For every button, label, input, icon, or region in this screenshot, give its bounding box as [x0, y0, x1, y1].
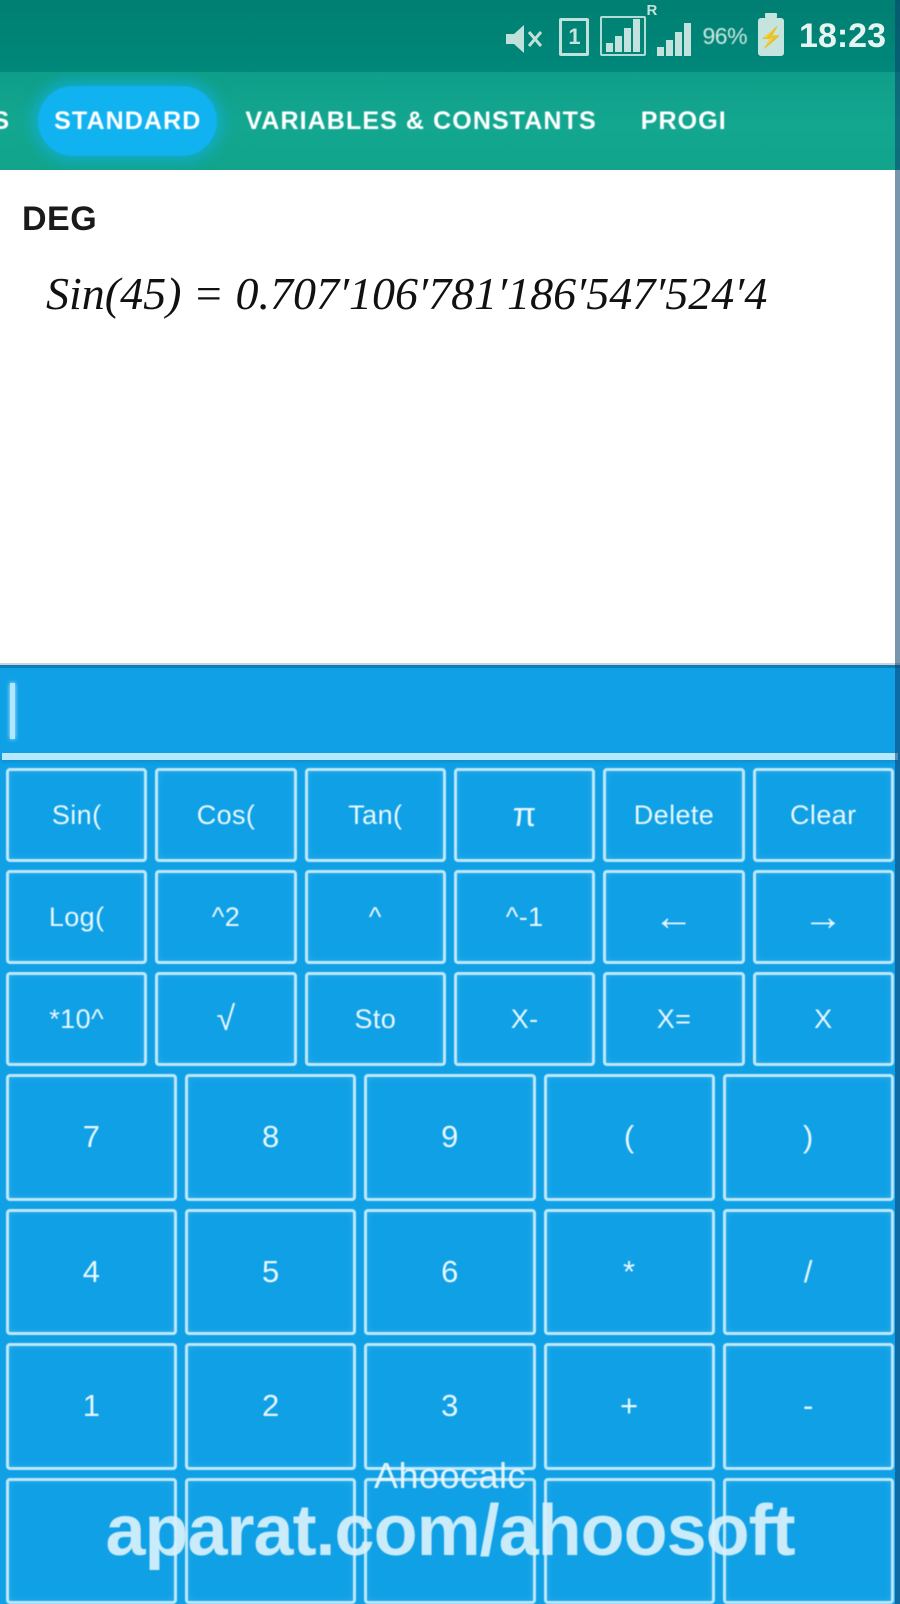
key-cursor-left-icon[interactable]: ← — [603, 870, 745, 964]
key-inverse[interactable]: ^-1 — [453, 870, 596, 964]
key-cos[interactable]: Cos( — [155, 768, 297, 862]
key-row: *10^ √ Sto X- X= X — [6, 972, 894, 1066]
tab-programmer-label: PROGI — [640, 106, 727, 135]
key-2[interactable]: 2 — [185, 1343, 357, 1470]
key-4[interactable]: 4 — [6, 1208, 178, 1335]
angle-mode-label: DEG — [22, 200, 98, 238]
roaming-signal-icon: R — [646, 2, 692, 56]
app-root: 1 R 96% ⚡ 18:23 LS STANDARD VARIABLES & … — [0, 0, 900, 1604]
calculation-display[interactable]: DEG Sin(45) = 0.707′106′781′186′547′524′… — [0, 170, 900, 665]
key-row7-col5[interactable] — [722, 1477, 895, 1604]
status-bar: 1 R 96% ⚡ 18:23 — [0, 0, 900, 72]
key-x-minus[interactable]: X- — [453, 972, 596, 1066]
key-grid: Sin( Cos( Tan( π Delete Clear Log( ^2 ^ … — [0, 760, 900, 1604]
key-8[interactable]: 8 — [185, 1074, 357, 1201]
key-paren-open[interactable]: ( — [543, 1074, 715, 1201]
key-3[interactable]: 3 — [364, 1343, 536, 1470]
key-divide[interactable]: / — [722, 1208, 895, 1335]
tab-standard[interactable]: STANDARD — [32, 72, 223, 170]
right-edge-shadow — [895, 0, 900, 1604]
keypad: Sin( Cos( Tan( π Delete Clear Log( ^2 ^ … — [0, 665, 900, 1604]
key-multiply[interactable]: * — [543, 1208, 715, 1335]
key-minus[interactable]: - — [722, 1343, 895, 1470]
key-1[interactable]: 1 — [6, 1343, 178, 1470]
key-row — [6, 1477, 895, 1604]
key-row: 1 2 3 + - — [6, 1343, 895, 1470]
battery-charging-icon: ⚡ — [758, 16, 785, 56]
battery-percent-label: 96% — [702, 22, 748, 49]
key-row7-col3[interactable] — [364, 1477, 536, 1604]
expression-input[interactable] — [0, 665, 900, 753]
key-store[interactable]: Sto — [304, 972, 446, 1066]
signal-bars-icon — [600, 16, 647, 56]
status-bar-clock: 18:23 — [799, 16, 886, 55]
key-row: 7 8 9 ( ) — [6, 1074, 895, 1201]
key-row7-col2[interactable] — [185, 1477, 357, 1604]
key-5[interactable]: 5 — [185, 1208, 357, 1335]
key-power[interactable]: ^ — [304, 870, 446, 964]
key-pi[interactable]: π — [453, 768, 596, 862]
key-clear[interactable]: Clear — [752, 768, 894, 862]
key-row7-col4[interactable] — [543, 1477, 715, 1604]
key-square[interactable]: ^2 — [155, 870, 297, 964]
key-sin[interactable]: Sin( — [6, 768, 148, 862]
tab-programmer[interactable]: PROGI — [619, 72, 749, 170]
key-cursor-right-icon[interactable]: → — [752, 870, 894, 964]
key-row: Log( ^2 ^ ^-1 ← → — [6, 870, 894, 964]
text-cursor — [10, 682, 15, 739]
result-expression: Sin(45) = 0.707′106′781′186′547′524′4 — [46, 268, 768, 319]
roaming-label: R — [646, 2, 658, 19]
tab-tools[interactable]: LS — [0, 72, 32, 170]
key-exponent-ten[interactable]: *10^ — [6, 972, 148, 1066]
sim-slot-label: 1 — [559, 18, 590, 56]
key-paren-close[interactable]: ) — [722, 1074, 895, 1201]
sim-card-icon: 1 — [559, 16, 590, 56]
tab-tools-label: LS — [0, 106, 11, 135]
key-6[interactable]: 6 — [364, 1208, 536, 1335]
key-plus[interactable]: + — [543, 1343, 715, 1470]
key-x-equals[interactable]: X= — [603, 972, 745, 1066]
tab-variables-constants-label: VARIABLES & CONSTANTS — [245, 106, 597, 135]
key-x[interactable]: X — [752, 972, 894, 1066]
tab-bar: LS STANDARD VARIABLES & CONSTANTS PROGI — [0, 72, 900, 170]
key-delete[interactable]: Delete — [603, 768, 745, 862]
tab-variables-constants[interactable]: VARIABLES & CONSTANTS — [223, 72, 618, 170]
mute-icon — [502, 16, 548, 56]
key-row: 4 5 6 * / — [6, 1208, 895, 1335]
tab-standard-label: STANDARD — [54, 106, 202, 135]
input-underline — [2, 753, 898, 760]
key-row7-col1[interactable] — [6, 1477, 178, 1604]
key-7[interactable]: 7 — [6, 1074, 178, 1201]
key-row: Sin( Cos( Tan( π Delete Clear — [6, 768, 894, 862]
key-9[interactable]: 9 — [364, 1074, 536, 1201]
key-tan[interactable]: Tan( — [304, 768, 446, 862]
key-square-root[interactable]: √ — [155, 972, 297, 1066]
key-log[interactable]: Log( — [6, 870, 148, 964]
